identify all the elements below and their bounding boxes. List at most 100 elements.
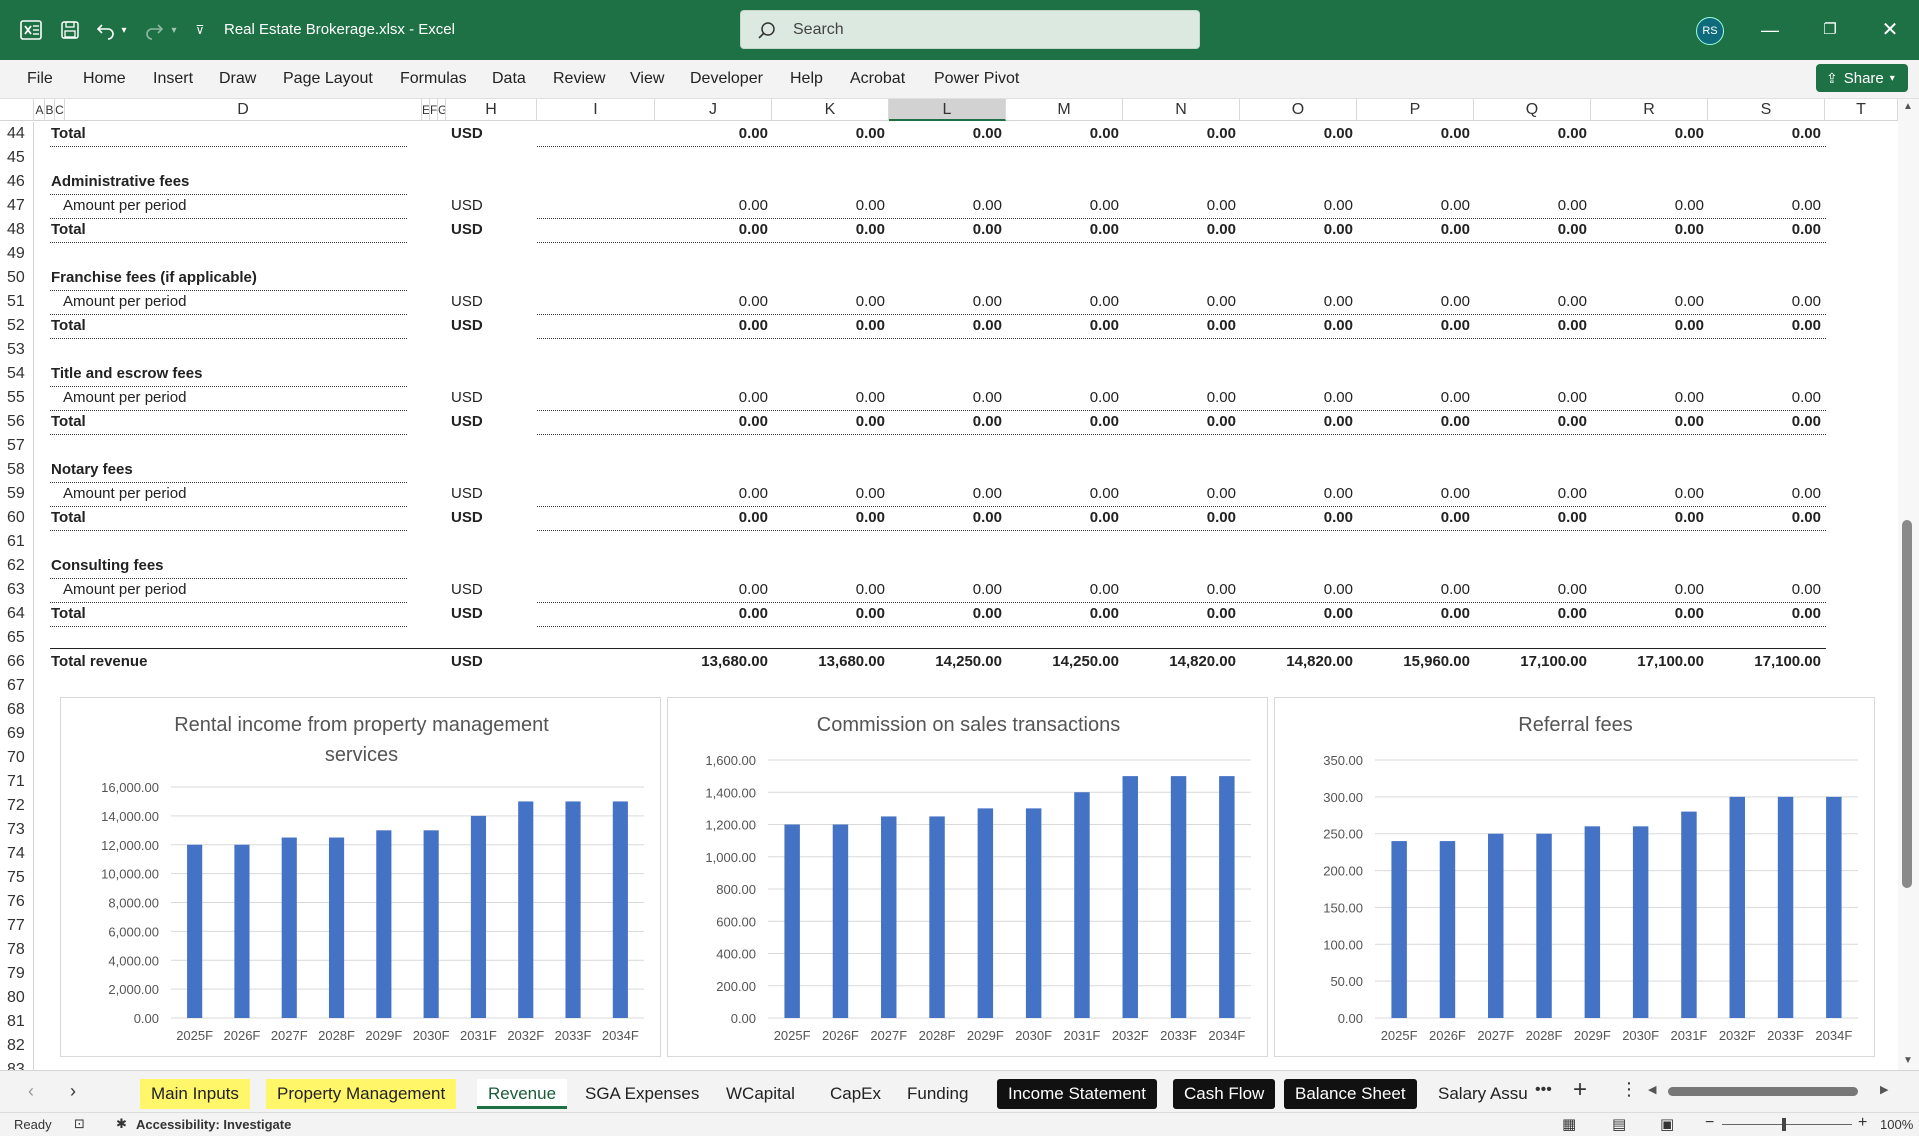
value-cell[interactable]: 0.00: [892, 580, 1002, 600]
value-cell[interactable]: 0.00: [1594, 580, 1704, 600]
value-cell[interactable]: 0.00: [1126, 124, 1236, 144]
column-header-k[interactable]: K: [772, 99, 889, 121]
value-cell[interactable]: 0.00: [1243, 196, 1353, 216]
value-cell[interactable]: 0.00: [1009, 508, 1119, 528]
value-cell[interactable]: 0.00: [775, 412, 885, 432]
value-cell[interactable]: 0.00: [775, 124, 885, 144]
value-cell[interactable]: 0.00: [1477, 220, 1587, 240]
value-cell[interactable]: 0.00: [1711, 508, 1821, 528]
restore-icon[interactable]: ❐: [1816, 18, 1844, 42]
value-cell[interactable]: 0.00: [1126, 220, 1236, 240]
menu-home[interactable]: Home: [83, 70, 126, 88]
row-header-80[interactable]: 80: [0, 986, 34, 1010]
row-header-44[interactable]: 44: [0, 122, 34, 146]
value-cell[interactable]: 0.00: [1594, 292, 1704, 312]
value-cell[interactable]: 0.00: [658, 292, 768, 312]
value-cell[interactable]: 0.00: [1711, 388, 1821, 408]
value-cell[interactable]: 0.00: [1594, 316, 1704, 336]
hscroll-left-icon[interactable]: ◀: [1648, 1083, 1656, 1096]
column-header-c[interactable]: C: [55, 99, 65, 121]
tab-income-statement[interactable]: Income Statement: [997, 1079, 1157, 1109]
value-cell[interactable]: 0.00: [775, 604, 885, 624]
value-cell[interactable]: 0.00: [892, 412, 1002, 432]
redo-icon[interactable]: [142, 18, 166, 42]
value-cell[interactable]: 0.00: [1711, 604, 1821, 624]
menu-data[interactable]: Data: [492, 70, 526, 88]
value-cell[interactable]: 0.00: [892, 508, 1002, 528]
value-cell[interactable]: 0.00: [1711, 124, 1821, 144]
value-cell[interactable]: 0.00: [658, 124, 768, 144]
tab-scroll-left-icon[interactable]: ‹: [28, 1081, 34, 1102]
chart-referral-fees[interactable]: Referral fees 0.00 50.00 100.00 150.00 200.00…: [1274, 697, 1875, 1057]
row-header-49[interactable]: 49: [0, 242, 34, 266]
value-cell[interactable]: 0.00: [892, 220, 1002, 240]
zoom-out-icon[interactable]: −: [1705, 1114, 1714, 1132]
menu-page-layout[interactable]: Page Layout: [283, 70, 373, 88]
horizontal-scroll-thumb[interactable]: [1668, 1087, 1858, 1096]
avatar[interactable]: RS: [1696, 17, 1724, 45]
value-cell[interactable]: 0.00: [1360, 196, 1470, 216]
value-cell[interactable]: 0.00: [1009, 196, 1119, 216]
value-cell[interactable]: 0.00: [775, 196, 885, 216]
chart-commission[interactable]: Commission on sales transactions 0.00 200.…: [667, 697, 1268, 1057]
row-header-50[interactable]: 50: [0, 266, 34, 290]
row-header-70[interactable]: 70: [0, 746, 34, 770]
menu-developer[interactable]: Developer: [690, 70, 763, 88]
value-cell[interactable]: 0.00: [1009, 220, 1119, 240]
close-icon[interactable]: ✕: [1876, 18, 1904, 42]
value-cell[interactable]: 15,960.00: [1360, 652, 1470, 672]
value-cell[interactable]: 0.00: [1009, 412, 1119, 432]
value-cell[interactable]: 0.00: [1477, 388, 1587, 408]
select-all-corner[interactable]: [0, 99, 34, 121]
value-cell[interactable]: 0.00: [1477, 604, 1587, 624]
tab-funding[interactable]: Funding: [896, 1079, 979, 1109]
hscroll-right-icon[interactable]: ▶: [1880, 1083, 1888, 1096]
customize-toolbar-icon[interactable]: ⊽: [192, 18, 208, 42]
value-cell[interactable]: 0.00: [775, 388, 885, 408]
value-cell[interactable]: 0.00: [1594, 220, 1704, 240]
value-cell[interactable]: 0.00: [1126, 484, 1236, 504]
menu-help[interactable]: Help: [790, 70, 823, 88]
value-cell[interactable]: 0.00: [1360, 604, 1470, 624]
row-header-66[interactable]: 66: [0, 650, 34, 674]
value-cell[interactable]: 0.00: [1594, 484, 1704, 504]
column-header-g[interactable]: G: [438, 99, 446, 121]
tab-balance-sheet[interactable]: Balance Sheet: [1284, 1079, 1417, 1109]
value-cell[interactable]: 0.00: [1009, 124, 1119, 144]
row-header-54[interactable]: 54: [0, 362, 34, 386]
row-header-51[interactable]: 51: [0, 290, 34, 314]
value-cell[interactable]: 0.00: [892, 484, 1002, 504]
tab-revenue[interactable]: Revenue: [477, 1079, 568, 1109]
menu-formulas[interactable]: Formulas: [400, 70, 467, 88]
value-cell[interactable]: 0.00: [1126, 292, 1236, 312]
value-cell[interactable]: 0.00: [775, 292, 885, 312]
share-button[interactable]: ⇪ Share ▾: [1816, 64, 1908, 92]
value-cell[interactable]: 13,680.00: [658, 652, 768, 672]
value-cell[interactable]: 0.00: [1711, 220, 1821, 240]
tab-scroll-right-icon[interactable]: ›: [70, 1081, 76, 1102]
value-cell[interactable]: 17,100.00: [1594, 652, 1704, 672]
value-cell[interactable]: 0.00: [1711, 316, 1821, 336]
value-cell[interactable]: 0.00: [658, 484, 768, 504]
row-header-73[interactable]: 73: [0, 818, 34, 842]
value-cell[interactable]: 0.00: [1243, 316, 1353, 336]
value-cell[interactable]: 0.00: [658, 412, 768, 432]
column-header-a[interactable]: A: [35, 99, 45, 121]
value-cell[interactable]: 0.00: [1009, 604, 1119, 624]
menu-review[interactable]: Review: [553, 70, 605, 88]
menu-acrobat[interactable]: Acrobat: [850, 70, 905, 88]
page-break-view-icon[interactable]: ▣: [1660, 1115, 1674, 1133]
row-header-48[interactable]: 48: [0, 218, 34, 242]
page-layout-view-icon[interactable]: ▤: [1612, 1115, 1626, 1133]
zoom-in-icon[interactable]: +: [1858, 1114, 1867, 1132]
redo-dropdown-icon[interactable]: ▾: [168, 18, 180, 42]
value-cell[interactable]: 0.00: [1711, 580, 1821, 600]
value-cell[interactable]: 0.00: [1711, 196, 1821, 216]
column-header-s[interactable]: S: [1708, 99, 1825, 121]
column-header-r[interactable]: R: [1591, 99, 1708, 121]
value-cell[interactable]: 0.00: [658, 508, 768, 528]
value-cell[interactable]: 0.00: [1126, 316, 1236, 336]
tab-sga-expenses[interactable]: SGA Expenses: [574, 1079, 710, 1109]
tab-wcapital[interactable]: WCapital: [715, 1079, 806, 1109]
value-cell[interactable]: 0.00: [1711, 292, 1821, 312]
